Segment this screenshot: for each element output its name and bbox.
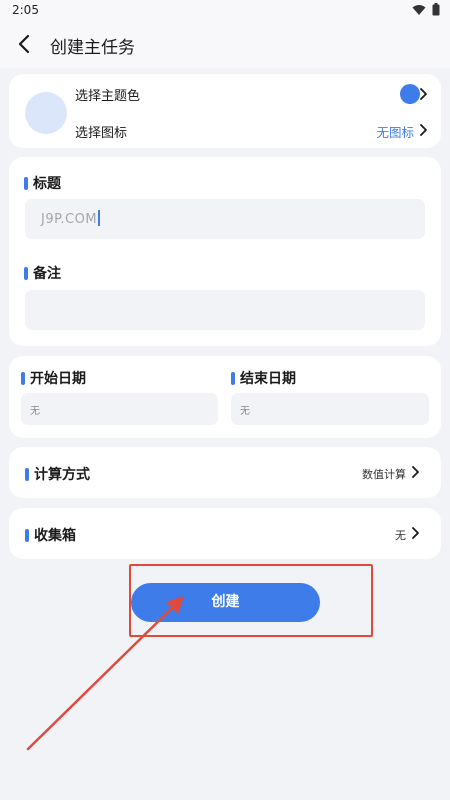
inbox-section: 收集箱: [25, 525, 76, 545]
icon-preview[interactable]: [25, 92, 67, 134]
section-marker: [25, 528, 29, 542]
title-input-value: J9P.COM: [41, 210, 101, 227]
form-card: 标题 J9P.COM 备注: [9, 157, 441, 346]
title-label: 标题: [33, 176, 61, 192]
calc-method-label: 计算方式: [34, 467, 90, 483]
start-date-label: 开始日期: [30, 371, 86, 387]
status-icons: [412, 3, 440, 16]
section-marker: [24, 266, 28, 280]
annotation-highlight-box: [129, 564, 373, 637]
choose-color-label[interactable]: 选择主题色: [75, 85, 140, 104]
note-input[interactable]: [25, 290, 425, 330]
section-marker: [24, 176, 28, 190]
dates-card: 开始日期 无 结束日期 无: [9, 356, 441, 438]
wifi-icon: [412, 4, 426, 15]
end-date-value: 无: [240, 406, 250, 417]
choose-icon-label[interactable]: 选择图标: [75, 122, 127, 141]
end-date-label: 结束日期: [240, 371, 296, 387]
theme-card: 选择主题色 选择图标 无图标: [9, 74, 441, 148]
chevron-right-icon[interactable]: [410, 466, 420, 478]
section-marker: [231, 371, 235, 385]
title-input[interactable]: J9P.COM: [25, 199, 425, 239]
status-bar: 2:05: [0, 0, 450, 22]
section-marker: [21, 371, 25, 385]
status-time: 2:05: [12, 3, 39, 17]
page-title: 创建主任务: [50, 38, 135, 58]
end-date-section: 结束日期: [231, 368, 296, 388]
note-section: 备注: [24, 263, 61, 283]
end-date-input[interactable]: 无: [231, 393, 429, 425]
text-cursor: [98, 210, 101, 226]
inbox-value[interactable]: 无: [395, 527, 406, 543]
start-date-input[interactable]: 无: [21, 393, 218, 425]
title-section: 标题: [24, 173, 61, 193]
chevron-right-icon[interactable]: [410, 527, 420, 539]
icon-value[interactable]: 无图标: [376, 122, 414, 141]
section-marker: [25, 467, 29, 481]
calc-method-section: 计算方式: [25, 464, 90, 484]
theme-color-swatch[interactable]: [400, 84, 420, 104]
note-label: 备注: [33, 266, 61, 282]
chevron-right-icon[interactable]: [418, 124, 428, 136]
inbox-label: 收集箱: [34, 528, 76, 544]
chevron-right-icon[interactable]: [418, 88, 428, 100]
inbox-card[interactable]: 收集箱 无: [9, 508, 441, 559]
start-date-value: 无: [30, 406, 40, 417]
start-date-section: 开始日期: [21, 368, 86, 388]
battery-icon: [432, 3, 440, 16]
app-header: 创建主任务: [0, 22, 450, 68]
calc-method-value[interactable]: 数值计算: [362, 466, 406, 482]
back-arrow-icon[interactable]: [14, 32, 38, 56]
calc-method-card[interactable]: 计算方式 数值计算: [9, 447, 441, 498]
